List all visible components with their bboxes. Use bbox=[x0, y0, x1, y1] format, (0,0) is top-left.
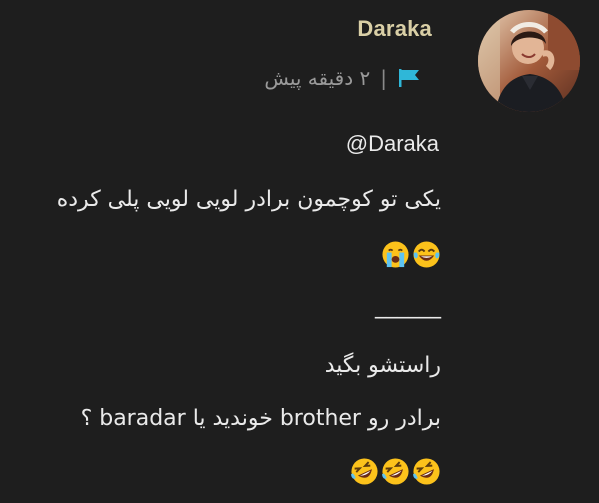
post-timestamp: ۲ دقیقه پیش bbox=[264, 66, 371, 90]
flag-icon[interactable] bbox=[397, 68, 421, 88]
emoji-row-1 bbox=[381, 240, 441, 269]
face-with-tears-of-joy-icon bbox=[412, 240, 441, 269]
loudly-crying-face-icon bbox=[381, 240, 410, 269]
post-meta: | ۲ دقیقه پیش bbox=[264, 66, 421, 90]
divider-line: ______ bbox=[375, 294, 441, 319]
emoji-row-2 bbox=[350, 457, 441, 486]
post-text-line-2: راستشو بگید bbox=[324, 353, 441, 378]
rolling-on-floor-laughing-icon bbox=[350, 457, 379, 486]
rolling-on-floor-laughing-icon bbox=[412, 457, 441, 486]
post-card: Daraka | ۲ دقیقه پیش @Daraka یکی تو کوچم… bbox=[0, 0, 599, 503]
meta-separator: | bbox=[380, 66, 387, 90]
user-avatar[interactable] bbox=[478, 10, 580, 112]
avatar-image bbox=[478, 10, 580, 112]
mention-link[interactable]: @Daraka bbox=[346, 131, 439, 157]
rolling-on-floor-laughing-icon bbox=[381, 457, 410, 486]
post-text-line-1: یکی تو کوچمون برادر لویی لویی پلی کرده bbox=[56, 187, 441, 212]
post-text-line-3: برادر رو brother خوندید یا baradar ؟ bbox=[80, 406, 441, 431]
username[interactable]: Daraka bbox=[357, 16, 432, 42]
